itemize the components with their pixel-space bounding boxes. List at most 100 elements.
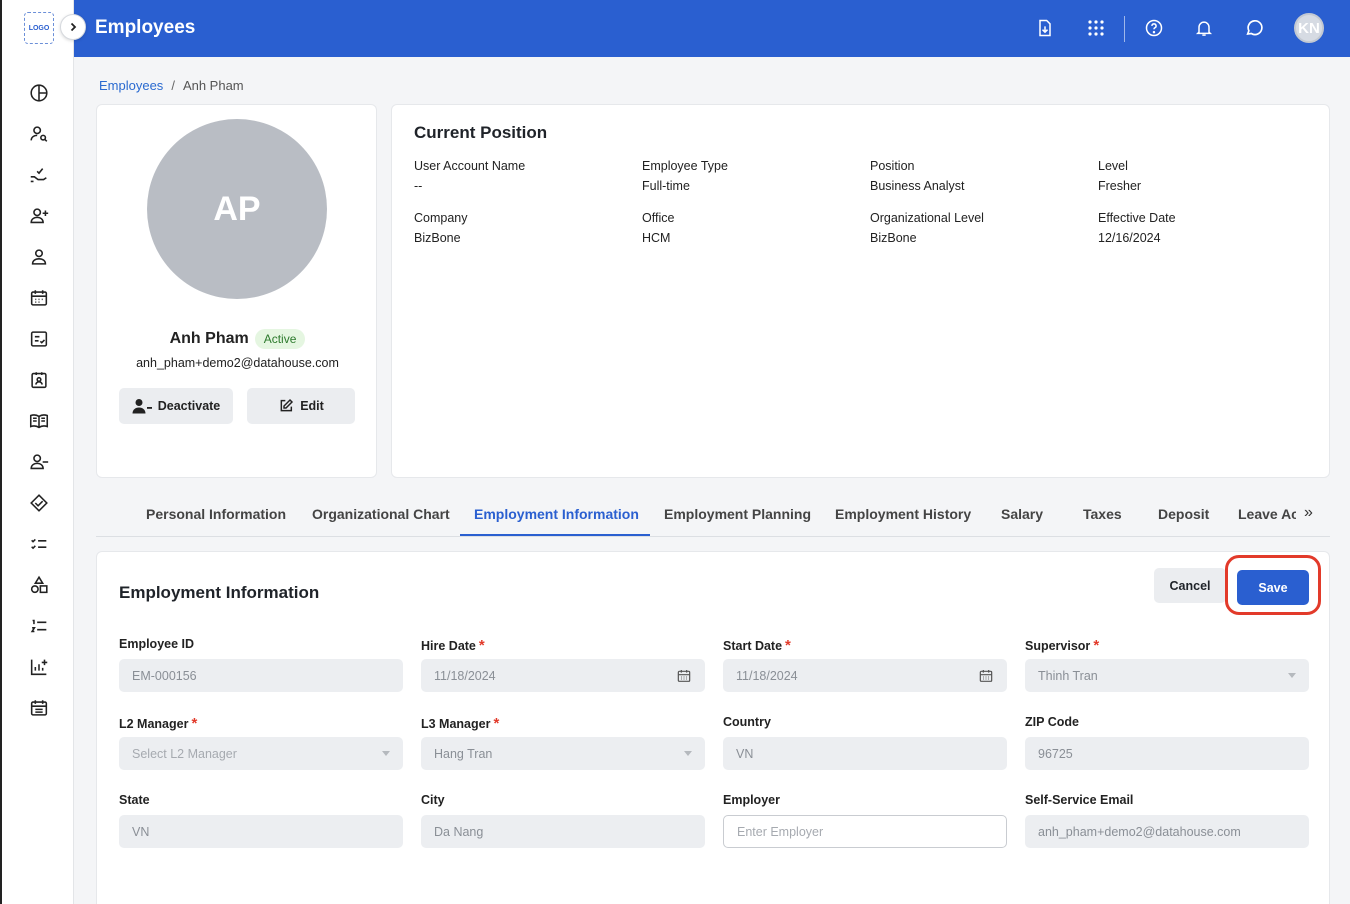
export-button[interactable] bbox=[1031, 14, 1059, 42]
sidebar-item-handbook[interactable] bbox=[2, 400, 76, 441]
city-input[interactable]: Da Nang bbox=[421, 815, 705, 848]
sidebar-item-analytics[interactable] bbox=[2, 646, 76, 687]
sidebar-item-dashboard[interactable] bbox=[2, 72, 76, 113]
sidebar-item-recruitment[interactable] bbox=[2, 113, 76, 154]
employer-input[interactable]: Enter Employer bbox=[723, 815, 1007, 848]
field-label: Supervisor * bbox=[1025, 637, 1309, 655]
label-text: L2 Manager bbox=[119, 717, 189, 731]
position-field-level: Level Fresher bbox=[1098, 159, 1141, 193]
sidebar-item-onboarding[interactable] bbox=[2, 154, 76, 195]
field-label: Employee Type bbox=[642, 159, 728, 173]
tab-salary[interactable]: Salary bbox=[1001, 506, 1043, 522]
field-label: Employer bbox=[723, 793, 1007, 811]
field-value: 12/16/2024 bbox=[1098, 231, 1161, 245]
field-label: Office bbox=[642, 211, 675, 225]
sidebar-item-tasks[interactable] bbox=[2, 523, 76, 564]
input-value: anh_pham+demo2@datahouse.com bbox=[1038, 824, 1241, 839]
sidebar-item-contacts[interactable] bbox=[2, 359, 76, 400]
required-marker: * bbox=[1093, 637, 1100, 654]
tab-leave-accrual[interactable]: Leave Ac bbox=[1238, 506, 1296, 522]
messages-button[interactable] bbox=[1241, 14, 1269, 42]
sidebar-item-add-employee[interactable] bbox=[2, 195, 76, 236]
tab-personal-information[interactable]: Personal Information bbox=[146, 506, 286, 522]
field-label: Start Date * bbox=[723, 637, 1007, 655]
required-marker: * bbox=[493, 715, 500, 732]
field-label: City bbox=[421, 793, 705, 811]
sidebar-item-benefits[interactable] bbox=[2, 482, 76, 523]
calendar-icon bbox=[30, 289, 48, 306]
field-label: Level bbox=[1098, 159, 1128, 173]
label-text: Employer bbox=[723, 793, 780, 807]
field-value: Business Analyst bbox=[870, 179, 965, 193]
deactivate-button[interactable]: Deactivate bbox=[119, 388, 233, 424]
label-text: State bbox=[119, 793, 150, 807]
shapes-icon bbox=[30, 575, 48, 593]
sidebar-toggle-button[interactable] bbox=[60, 14, 86, 40]
select-placeholder: Select L2 Manager bbox=[132, 746, 237, 761]
tab-employment-history[interactable]: Employment History bbox=[835, 506, 971, 522]
field-label: Organizational Level bbox=[870, 211, 984, 225]
state-input[interactable]: VN bbox=[119, 815, 403, 848]
help-button[interactable] bbox=[1140, 14, 1168, 42]
sidebar-item-offboarding[interactable] bbox=[2, 441, 76, 482]
sidebar-nav bbox=[2, 72, 76, 728]
tab-employment-planning[interactable]: Employment Planning bbox=[664, 506, 811, 522]
l2-manager-select[interactable]: Select L2 Manager bbox=[119, 737, 403, 770]
cancel-button[interactable]: Cancel bbox=[1154, 568, 1226, 603]
self-service-email-input[interactable]: anh_pham+demo2@datahouse.com bbox=[1025, 815, 1309, 848]
input-value: EM-000156 bbox=[132, 668, 197, 683]
sidebar-item-timesheet[interactable] bbox=[2, 318, 76, 359]
sidebar-item-calendar[interactable] bbox=[2, 277, 76, 318]
calendar-icon[interactable] bbox=[978, 668, 994, 684]
country-input[interactable]: VN bbox=[723, 737, 1007, 770]
employee-id-input[interactable]: EM-000156 bbox=[119, 659, 403, 692]
select-value: Hang Tran bbox=[434, 746, 493, 761]
city-field: City Da Nang bbox=[421, 793, 705, 848]
field-label: User Account Name bbox=[414, 159, 526, 173]
calendar-list-icon bbox=[30, 699, 48, 716]
toolbar-divider bbox=[1124, 16, 1125, 42]
notifications-button[interactable] bbox=[1190, 14, 1218, 42]
chart-add-icon bbox=[30, 659, 48, 675]
breadcrumb-employees-link[interactable]: Employees bbox=[99, 78, 163, 93]
tab-deposit[interactable]: Deposit bbox=[1158, 506, 1209, 522]
l3-manager-select[interactable]: Hang Tran bbox=[421, 737, 705, 770]
save-button[interactable]: Save bbox=[1237, 570, 1309, 605]
sidebar-item-reports[interactable] bbox=[2, 605, 76, 646]
field-label: L2 Manager * bbox=[119, 715, 403, 733]
sidebar-item-employees[interactable] bbox=[2, 236, 76, 277]
employee-email: anh_pham+demo2@datahouse.com bbox=[136, 356, 339, 370]
tab-employment-information[interactable]: Employment Information bbox=[474, 506, 639, 522]
handshake-icon bbox=[30, 493, 48, 512]
zip-code-field: ZIP Code 96725 bbox=[1025, 715, 1309, 770]
supervisor-select[interactable]: Thinh Tran bbox=[1025, 659, 1309, 692]
sidebar-item-assets[interactable] bbox=[2, 564, 76, 605]
start-date-input[interactable]: 11/18/2024 bbox=[723, 659, 1007, 692]
tab-taxes[interactable]: Taxes bbox=[1083, 506, 1122, 522]
chevron-down-icon bbox=[684, 751, 692, 756]
field-value: HCM bbox=[642, 231, 671, 245]
input-value: VN bbox=[736, 746, 754, 761]
tab-scroll-right-button[interactable]: » bbox=[1304, 504, 1313, 522]
edit-button[interactable]: Edit bbox=[247, 388, 355, 424]
input-value: 96725 bbox=[1038, 746, 1073, 761]
chevron-right-icon bbox=[70, 22, 77, 32]
user-avatar[interactable]: KN bbox=[1294, 13, 1324, 43]
profile-avatar: AP bbox=[147, 119, 327, 299]
logo[interactable]: LOGO bbox=[24, 12, 54, 44]
deactivate-label: Deactivate bbox=[157, 399, 221, 413]
self-service-email-field: Self-Service Email anh_pham+demo2@dataho… bbox=[1025, 793, 1309, 848]
apps-button[interactable] bbox=[1082, 14, 1110, 42]
tab-organizational-chart[interactable]: Organizational Chart bbox=[312, 506, 450, 522]
edit-icon bbox=[280, 398, 294, 412]
hire-date-input[interactable]: 11/18/2024 bbox=[421, 659, 705, 692]
calendar-icon[interactable] bbox=[676, 668, 692, 684]
pie-chart-icon bbox=[30, 83, 48, 102]
zip-code-input[interactable]: 96725 bbox=[1025, 737, 1309, 770]
book-icon bbox=[29, 413, 49, 428]
input-value: Da Nang bbox=[434, 824, 484, 839]
sidebar-item-schedule[interactable] bbox=[2, 687, 76, 728]
input-placeholder: Enter Employer bbox=[737, 824, 824, 839]
file-download-icon bbox=[1039, 19, 1051, 37]
field-value: Fresher bbox=[1098, 179, 1142, 193]
